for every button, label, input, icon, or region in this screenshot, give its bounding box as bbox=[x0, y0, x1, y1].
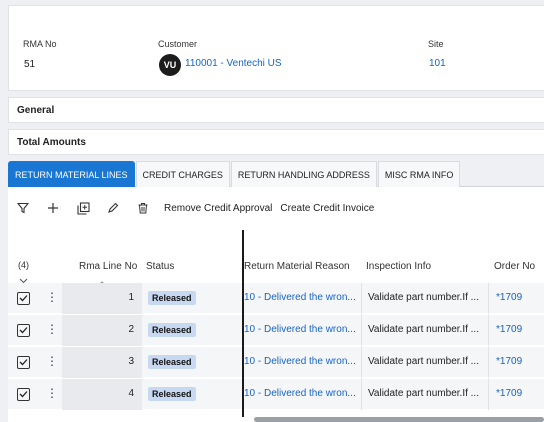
column-status[interactable]: Status bbox=[146, 261, 174, 272]
inspection-info-cell: Validate part number.If ... bbox=[368, 388, 479, 399]
row-menu-icon[interactable]: ⋮ bbox=[46, 323, 58, 335]
return-reason-link[interactable]: 10 - Delivered the wron... bbox=[244, 292, 356, 303]
rma-line-no-cell: 2 bbox=[128, 324, 134, 335]
row-count: (4) bbox=[18, 260, 29, 270]
delete-icon[interactable] bbox=[128, 197, 158, 219]
column-rma-line-no[interactable]: Rma Line No bbox=[79, 261, 137, 272]
site-link[interactable]: 101 bbox=[429, 58, 446, 69]
tab-return-handling-address[interactable]: RETURN HANDLING ADDRESS bbox=[230, 161, 377, 187]
inspection-info-cell: Validate part number.If ... bbox=[368, 292, 479, 303]
tab-misc-rma-info[interactable]: MISC RMA INFO bbox=[377, 161, 461, 187]
filter-icon[interactable] bbox=[8, 197, 38, 219]
column-inspection-info[interactable]: Inspection Info bbox=[366, 261, 431, 272]
edit-icon[interactable] bbox=[98, 197, 128, 219]
inspection-info-cell: Validate part number.If ... bbox=[368, 324, 479, 335]
order-no-link[interactable]: *1709 bbox=[496, 388, 522, 399]
rma-header-card: RMA No 51 Customer VU 110001 - Ventechi … bbox=[8, 5, 544, 91]
create-credit-invoice-button[interactable]: Create Credit Invoice bbox=[280, 203, 374, 214]
customer-avatar: VU bbox=[159, 54, 181, 76]
remove-credit-approval-button[interactable]: Remove Credit Approval bbox=[164, 203, 272, 214]
return-reason-link[interactable]: 10 - Delivered the wron... bbox=[244, 356, 356, 367]
order-no-link[interactable]: *1709 bbox=[496, 324, 522, 335]
order-no-link[interactable]: *1709 bbox=[496, 292, 522, 303]
rma-no-label: RMA No bbox=[23, 39, 57, 49]
status-badge: Released bbox=[148, 387, 196, 401]
duplicate-icon[interactable] bbox=[68, 197, 98, 219]
return-reason-link[interactable]: 10 - Delivered the wron... bbox=[244, 388, 356, 399]
row-checkbox[interactable] bbox=[17, 356, 30, 369]
rma-line-no-cell: 3 bbox=[128, 356, 134, 367]
site-label: Site bbox=[428, 39, 444, 49]
row-checkbox[interactable] bbox=[17, 324, 30, 337]
rma-no-value: 51 bbox=[24, 59, 36, 70]
general-section[interactable]: General bbox=[8, 97, 544, 123]
tab-credit-charges[interactable]: CREDIT CHARGES bbox=[135, 161, 230, 187]
table-row[interactable]: ⋮ 4 Released 10 - Delivered the wron... … bbox=[8, 379, 544, 410]
row-checkbox[interactable] bbox=[17, 292, 30, 305]
grid-toolbar: Remove Credit Approval Create Credit Inv… bbox=[8, 197, 380, 219]
column-return-material-reason[interactable]: Return Material Reason bbox=[244, 261, 350, 272]
status-badge: Released bbox=[148, 323, 196, 337]
rma-line-no-cell: 1 bbox=[128, 292, 134, 303]
general-section-title: General bbox=[17, 104, 55, 116]
status-badge: Released bbox=[148, 291, 196, 305]
table-row[interactable]: ⋮ 3 Released 10 - Delivered the wron... … bbox=[8, 347, 544, 378]
table-row[interactable]: ⋮ 2 Released 10 - Delivered the wron... … bbox=[8, 315, 544, 346]
tab-return-material-lines[interactable]: RETURN MATERIAL LINES bbox=[8, 161, 135, 187]
order-no-link[interactable]: *1709 bbox=[496, 356, 522, 367]
total-amounts-section-title: Total Amounts bbox=[17, 136, 86, 148]
customer-label: Customer bbox=[158, 39, 198, 49]
status-badge: Released bbox=[148, 355, 196, 369]
row-menu-icon[interactable]: ⋮ bbox=[46, 291, 58, 303]
total-amounts-section[interactable]: Total Amounts bbox=[8, 129, 544, 155]
table-row[interactable]: ⋮ 1 Released 10 - Delivered the wron... … bbox=[8, 283, 544, 314]
horizontal-scrollbar[interactable] bbox=[254, 417, 544, 422]
row-checkbox[interactable] bbox=[17, 388, 30, 401]
row-menu-icon[interactable]: ⋮ bbox=[46, 355, 58, 367]
column-resize-divider[interactable] bbox=[242, 230, 244, 417]
inspection-info-cell: Validate part number.If ... bbox=[368, 356, 479, 367]
row-menu-icon[interactable]: ⋮ bbox=[46, 387, 58, 399]
tab-bar: RETURN MATERIAL LINES CREDIT CHARGES RET… bbox=[8, 161, 544, 187]
add-icon[interactable] bbox=[38, 197, 68, 219]
customer-link[interactable]: 110001 - Ventechi US bbox=[185, 58, 282, 69]
rma-line-no-cell: 4 bbox=[128, 388, 134, 399]
return-reason-link[interactable]: 10 - Delivered the wron... bbox=[244, 324, 356, 335]
column-order-no[interactable]: Order No bbox=[494, 261, 535, 272]
return-material-lines-panel: Remove Credit Approval Create Credit Inv… bbox=[8, 187, 544, 422]
